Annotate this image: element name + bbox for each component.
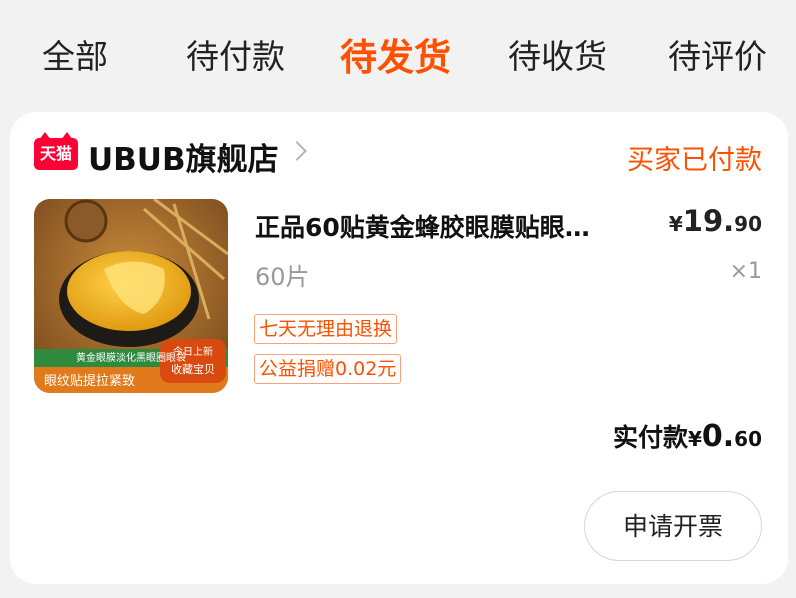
order-tabs: 全部 待付款 待发货 待收货 待评价 — [0, 0, 796, 112]
price-currency: ¥ — [668, 212, 683, 236]
image-badge-line1: 今日上新 — [173, 345, 213, 358]
tab-pending-review[interactable]: 待评价 — [668, 30, 767, 78]
tmall-logo-icon: 天猫 — [34, 132, 78, 170]
tab-all[interactable]: 全部 — [42, 30, 108, 78]
request-invoice-button[interactable]: 申请开票 — [584, 491, 762, 561]
price-integer: 19. — [682, 204, 735, 238]
shop-name[interactable]: UBUB旗舰店 — [88, 134, 279, 179]
service-tag-charity: 公益捐赠0.02元 — [254, 354, 402, 384]
tab-pending-payment[interactable]: 待付款 — [186, 30, 285, 78]
tab-pending-receipt[interactable]: 待收货 — [508, 30, 607, 78]
image-badge-line2: 收藏宝贝 — [171, 362, 215, 376]
image-banner-text: 黄金眼膜淡化黑眼圈眼袋 — [76, 351, 186, 364]
paid-decimal: 60 — [734, 427, 762, 451]
product-image[interactable]: 黄金眼膜淡化黑眼圈眼袋 眼纹贴提拉紧致 今日上新 收藏宝贝 — [34, 199, 228, 393]
chevron-right-icon[interactable] — [287, 141, 307, 161]
paid-label: 实付款 — [612, 423, 688, 452]
product-spec: 60片 — [255, 263, 310, 291]
image-footer-text: 眼纹贴提拉紧致 — [44, 373, 135, 389]
product-title[interactable]: 正品60贴黄金蜂胶眼膜贴眼… — [255, 208, 645, 244]
product-quantity: ×1 — [729, 259, 762, 284]
tab-pending-shipment[interactable]: 待发货 — [340, 27, 451, 81]
price-decimal: 90 — [734, 212, 762, 236]
order-card: 天猫 UBUB旗舰店 买家已付款 黄金眼膜淡化黑眼圈眼袋 眼纹贴提拉紧致 今日上… — [10, 112, 788, 584]
paid-amount: 实付款¥0.60 — [613, 418, 762, 454]
paid-currency: ¥ — [687, 427, 702, 451]
paid-integer: 0. — [701, 419, 735, 454]
order-status: 买家已付款 — [627, 145, 762, 176]
product-price: ¥19.90 — [669, 204, 762, 238]
service-tag-return: 七天无理由退换 — [254, 314, 398, 344]
